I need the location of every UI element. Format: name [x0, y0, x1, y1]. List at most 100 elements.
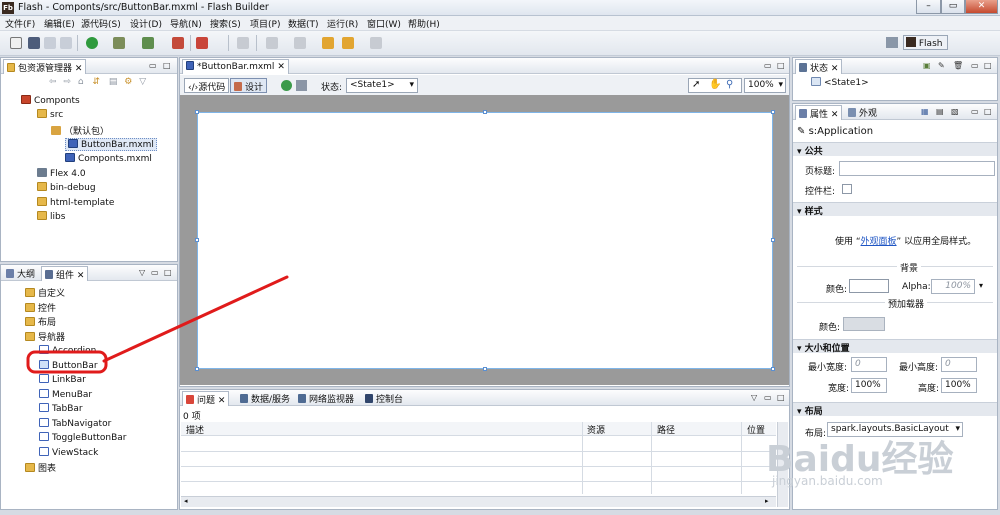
- show-surface-icon[interactable]: [296, 80, 307, 91]
- min-width-input[interactable]: 0: [851, 357, 887, 372]
- save-icon[interactable]: [28, 37, 40, 49]
- column-description[interactable]: 描述: [186, 423, 204, 436]
- component-tabnavigator[interactable]: TabNavigator: [39, 418, 111, 429]
- minimize-view-icon[interactable]: ▭: [971, 61, 979, 70]
- maximize-view-icon[interactable]: □: [164, 268, 172, 277]
- page-title-input[interactable]: [839, 161, 995, 176]
- component-category-controls[interactable]: 控件: [25, 301, 56, 314]
- component-viewstack[interactable]: ViewStack: [39, 447, 98, 458]
- maximize-view-icon[interactable]: □: [984, 61, 992, 70]
- menu-search[interactable]: 搜索(S): [210, 17, 241, 30]
- maximize-view-icon[interactable]: □: [777, 61, 785, 70]
- pen-icon[interactable]: [237, 37, 249, 49]
- component-category-layout[interactable]: 布局: [25, 315, 56, 328]
- scroll-right-icon[interactable]: ▸: [765, 497, 769, 505]
- component-linkbar[interactable]: LinkBar: [39, 374, 86, 385]
- delete-state-icon[interactable]: 🗑: [953, 61, 963, 70]
- menu-file[interactable]: 文件(F): [5, 17, 35, 30]
- menu-help[interactable]: 帮助(H): [408, 17, 440, 30]
- zoom-select[interactable]: 100% ▾: [744, 78, 786, 93]
- tab-console[interactable]: 控制台: [362, 391, 406, 406]
- menu-run[interactable]: 运行(R): [327, 17, 358, 30]
- tab-package-explorer[interactable]: 包资源管理器 ✕: [3, 59, 87, 74]
- tab-states[interactable]: 状态 ✕: [795, 59, 843, 74]
- view-menu-icon[interactable]: ▽: [139, 77, 146, 87]
- tree-item-componts[interactable]: Componts: [21, 95, 80, 106]
- maximize-view-icon[interactable]: □: [984, 107, 992, 116]
- component-togglebuttonbar[interactable]: ToggleButtonBar: [39, 432, 126, 443]
- tab-buttonbar-mxml[interactable]: *ButtonBar.mxml ✕: [182, 59, 289, 74]
- new-icon[interactable]: [10, 37, 22, 49]
- component-category-navigators[interactable]: 导航器: [25, 330, 65, 343]
- close-button[interactable]: ✕: [965, 0, 998, 14]
- zoom-icon[interactable]: ⚲: [726, 79, 733, 90]
- maximize-button[interactable]: ▭: [941, 0, 965, 14]
- column-location[interactable]: 位置: [747, 423, 765, 436]
- component-accordion[interactable]: Accordion: [39, 345, 96, 356]
- tree-item-buttonbar-mxml[interactable]: ButtonBar.mxml: [65, 138, 157, 151]
- tab-properties[interactable]: 属性 ✕: [795, 105, 843, 120]
- state-item[interactable]: <State1>: [811, 77, 869, 88]
- open-perspective-icon[interactable]: [886, 37, 898, 48]
- column-resource[interactable]: 资源: [587, 423, 605, 436]
- alpha-view-icon[interactable]: ▧: [951, 107, 959, 116]
- link-editor-icon[interactable]: ▤: [109, 77, 118, 87]
- background-color-swatch[interactable]: [849, 279, 889, 293]
- tree-item-default-package[interactable]: （默认包）: [51, 124, 109, 137]
- save-all-icon[interactable]: [44, 37, 56, 49]
- component-tabbar[interactable]: TabBar: [39, 403, 83, 414]
- external-tools-icon[interactable]: [196, 37, 208, 49]
- component-category-custom[interactable]: 自定义: [25, 286, 65, 299]
- minimize-button[interactable]: –: [916, 0, 941, 14]
- minimize-view-icon[interactable]: ▭: [764, 61, 772, 70]
- perspective-flash-button[interactable]: Flash: [903, 35, 948, 50]
- tab-network-monitor[interactable]: 网络监视器: [295, 391, 357, 406]
- application-canvas[interactable]: [195, 110, 775, 371]
- tab-problems[interactable]: 问题 ✕: [182, 391, 230, 406]
- export-release-icon[interactable]: [172, 37, 184, 49]
- back-icon[interactable]: [342, 37, 354, 49]
- forward-icon[interactable]: [370, 37, 382, 49]
- menu-navigate[interactable]: 导航(N): [170, 17, 202, 30]
- section-size-position[interactable]: ▾ 大小和位置: [793, 339, 997, 354]
- last-edit-icon[interactable]: [322, 37, 334, 49]
- appearance-panel-link[interactable]: 外观面板: [861, 237, 897, 247]
- component-category-charts[interactable]: 图表: [25, 461, 56, 474]
- view-menu-icon[interactable]: ▽: [139, 268, 145, 277]
- minimize-view-icon[interactable]: ▭: [151, 268, 159, 277]
- horizontal-scrollbar[interactable]: ◂ ▸: [181, 496, 776, 507]
- category-view-icon[interactable]: ▤: [936, 107, 944, 116]
- standard-view-icon[interactable]: ▦: [921, 107, 929, 116]
- scroll-left-icon[interactable]: ◂: [184, 497, 188, 505]
- state-select[interactable]: <State1> ▾: [346, 78, 418, 93]
- debug-icon[interactable]: [113, 37, 125, 49]
- minimize-view-icon[interactable]: ▭: [764, 393, 772, 402]
- section-common[interactable]: ▾ 公共: [793, 142, 997, 157]
- new-state-icon[interactable]: ▣: [923, 61, 931, 70]
- close-tab-icon[interactable]: ✕: [75, 64, 83, 74]
- edit-state-icon[interactable]: ✎: [938, 61, 945, 70]
- minimize-view-icon[interactable]: ▭: [971, 107, 979, 116]
- menu-data[interactable]: 数据(T): [288, 17, 319, 30]
- section-layout[interactable]: ▾ 布局: [793, 402, 997, 417]
- tab-components[interactable]: 组件 ✕: [41, 266, 89, 281]
- menu-project[interactable]: 项目(P): [250, 17, 280, 30]
- tree-item-src[interactable]: src: [37, 109, 63, 120]
- maximize-view-icon[interactable]: □: [163, 61, 171, 70]
- tab-appearance[interactable]: 外观: [845, 105, 880, 120]
- next-annotation-icon[interactable]: [266, 37, 278, 49]
- tree-item-libs[interactable]: libs: [37, 211, 65, 222]
- print-icon[interactable]: [60, 37, 72, 49]
- component-menubar[interactable]: MenuBar: [39, 389, 92, 400]
- minimize-view-icon[interactable]: ▭: [149, 61, 157, 70]
- tree-item-flex-sdk[interactable]: Flex 4.0: [37, 168, 86, 179]
- menu-window[interactable]: 窗口(W): [367, 17, 401, 30]
- tree-item-html-template[interactable]: html-template: [37, 197, 114, 208]
- profile-icon[interactable]: [142, 37, 154, 49]
- height-input[interactable]: 100%: [941, 378, 977, 393]
- column-path[interactable]: 路径: [657, 423, 675, 436]
- select-pointer-icon[interactable]: ➚: [692, 79, 700, 90]
- component-buttonbar[interactable]: ButtonBar: [39, 360, 98, 371]
- prev-annotation-icon[interactable]: [294, 37, 306, 49]
- alpha-dropdown-icon[interactable]: ▾: [979, 281, 983, 290]
